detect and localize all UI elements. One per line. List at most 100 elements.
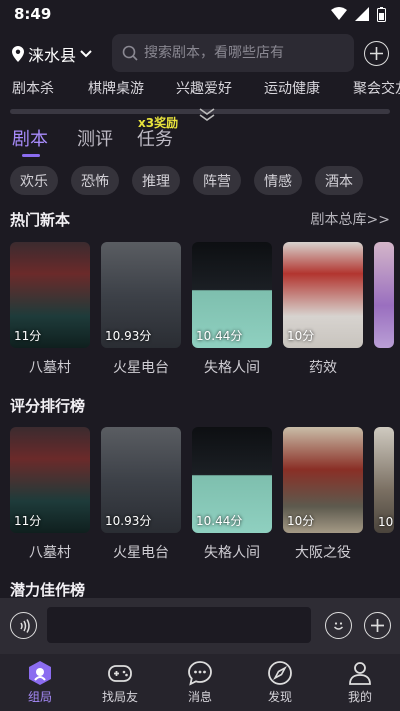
profile-icon [349, 662, 371, 685]
script-poster: 10.44分 [192, 242, 272, 348]
score-label: 10分 [287, 514, 315, 528]
script-poster: 10.93分 [101, 242, 181, 348]
tag-chip[interactable]: 推理 [132, 166, 180, 195]
script-poster: 11分 [10, 427, 90, 533]
script-card[interactable]: 10分 药效 [283, 242, 363, 377]
script-poster: 10分 [283, 427, 363, 533]
nav-label: 找局友 [101, 690, 138, 704]
script-name: 大阪之役 [295, 545, 351, 561]
location-label: 涞水县 [28, 46, 77, 65]
potential-section-title: 潜力佳作榜 [10, 581, 86, 599]
nav-item-messages[interactable]: 消息 [170, 660, 230, 705]
score-label: 10 [378, 515, 394, 529]
script-name: 失格人间 [204, 360, 260, 376]
tag-chip[interactable]: 恐怖 [71, 166, 119, 195]
script-card[interactable]: 11分 八墓村 [10, 242, 90, 377]
category-item[interactable]: 剧本杀 [12, 78, 54, 98]
nav-item-profile[interactable]: 我的 [330, 660, 390, 705]
voice-button[interactable] [10, 612, 37, 639]
script-card[interactable]: - [374, 242, 394, 373]
script-card[interactable]: 10分 大阪之役 [283, 427, 363, 562]
search-icon [122, 45, 138, 61]
category-item[interactable]: 聚会交友 [353, 78, 400, 98]
score-label: 10.93分 [105, 329, 152, 343]
signal-icon [355, 7, 369, 21]
nav-item-find-friends[interactable]: 找局友 [90, 660, 150, 705]
tag-chip[interactable]: 情感 [254, 166, 302, 195]
script-name: - [374, 357, 400, 373]
tag-chip[interactable]: 欢乐 [10, 166, 58, 195]
tab-scripts[interactable]: 剧本 [12, 125, 48, 151]
score-label: 11分 [14, 514, 42, 528]
script-card[interactable]: 10 B [374, 427, 394, 558]
script-poster: 10 [374, 427, 394, 533]
category-item[interactable]: 棋牌桌游 [88, 78, 144, 98]
emoji-icon [333, 622, 344, 630]
score-label: 10.44分 [196, 514, 243, 528]
chat-icon [188, 661, 212, 686]
reward-badge: x3奖励 [138, 116, 179, 130]
expand-chevron-icon[interactable] [198, 108, 216, 122]
message-input[interactable] [47, 607, 311, 643]
nav-item-team-up[interactable]: 组局 [10, 660, 70, 705]
rank-row: 11分 八墓村 10.93分 火星电台 10.44分 失格人间 10分 大阪之役… [0, 427, 400, 567]
nav-item-discover[interactable]: 发现 [250, 660, 310, 705]
script-card[interactable]: 10.44分 失格人间 [192, 427, 272, 562]
script-card[interactable]: 10.93分 火星电台 [101, 242, 181, 377]
wifi-icon [331, 7, 347, 20]
score-label: 10.44分 [196, 329, 243, 343]
nav-label: 发现 [267, 690, 292, 704]
category-item[interactable]: 兴趣爱好 [176, 78, 232, 98]
active-tab-indicator [22, 154, 40, 157]
script-name: 火星电台 [113, 360, 169, 376]
more-button[interactable] [364, 612, 391, 639]
script-name: 八墓村 [29, 360, 71, 376]
nav-label: 消息 [187, 690, 212, 704]
plus-icon [371, 619, 384, 632]
script-card[interactable]: 11分 八墓村 [10, 427, 90, 562]
search-input[interactable] [144, 45, 344, 61]
add-button[interactable] [364, 41, 389, 66]
script-name: 火星电台 [113, 545, 169, 561]
script-poster: 10分 [283, 242, 363, 348]
rank-section-title: 评分排行榜 [10, 397, 86, 415]
score-label: 11分 [14, 329, 42, 343]
search-bar[interactable] [112, 34, 354, 72]
script-poster: 10.93分 [101, 427, 181, 533]
genre-tags: 欢乐 恐怖 推理 阵营 情感 酒本 [0, 166, 400, 196]
emoji-button[interactable] [325, 612, 352, 639]
location-selector[interactable]: 涞水县 [12, 42, 92, 66]
script-poster: 10.44分 [192, 427, 272, 533]
script-library-link[interactable]: 剧本总库>> [311, 209, 390, 229]
script-name: 八墓村 [29, 545, 71, 561]
hot-row: 11分 八墓村 10.93分 火星电台 10.44分 失格人间 10分 药效 - [0, 242, 400, 382]
chevron-down-icon [80, 50, 92, 58]
location-pin-icon [12, 46, 24, 62]
script-poster: 11分 [10, 242, 90, 348]
script-card[interactable]: 10.44分 失格人间 [192, 242, 272, 377]
gamepad-icon [108, 665, 132, 682]
hot-section-title: 热门新本 [10, 211, 71, 229]
team-up-icon [29, 661, 51, 685]
compass-icon [268, 661, 292, 685]
status-bar: 8:49 [0, 0, 400, 28]
battery-icon [377, 6, 386, 22]
message-input-bar [0, 598, 400, 654]
tag-chip[interactable]: 酒本 [315, 166, 363, 195]
category-item[interactable]: 运动健康 [264, 78, 320, 98]
tag-chip[interactable]: 阵营 [193, 166, 241, 195]
nav-label: 组局 [27, 690, 52, 704]
script-name: 失格人间 [204, 545, 260, 561]
script-poster [374, 242, 394, 348]
top-bar: 涞水县 [0, 34, 400, 74]
tab-reviews[interactable]: 测评 [77, 125, 113, 151]
script-name: B [374, 542, 400, 558]
voice-icon [19, 618, 30, 633]
plus-icon [370, 47, 383, 60]
main-tabs: 剧本 测评 任务 [0, 125, 400, 159]
score-label: 10分 [287, 329, 315, 343]
status-time: 8:49 [14, 5, 52, 23]
score-label: 10.93分 [105, 514, 152, 528]
script-card[interactable]: 10.93分 火星电台 [101, 427, 181, 562]
category-bar: 剧本杀 棋牌桌游 兴趣爱好 运动健康 聚会交友 [0, 78, 400, 100]
